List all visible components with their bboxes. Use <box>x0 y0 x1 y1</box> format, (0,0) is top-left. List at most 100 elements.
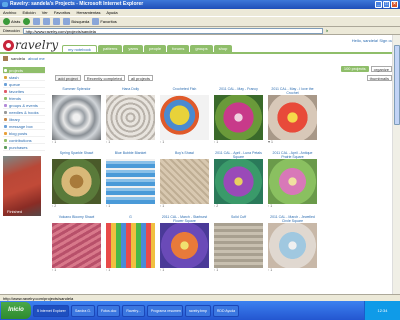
sidebar-item-friends[interactable]: friends <box>3 95 45 102</box>
organize-button[interactable]: organize <box>370 66 392 72</box>
project-title[interactable]: 2011 CAL - April - Antique Prairie Squar… <box>268 151 317 159</box>
taskbar-item[interactable]: RDD Ayuda <box>212 304 240 317</box>
project-card[interactable]: Hana Doily ▫ 1 <box>106 87 155 145</box>
projects-select[interactable]: all projects <box>127 75 154 81</box>
project-card[interactable]: Spring Sparkle Shawl ▫ 2 <box>52 151 101 209</box>
vertical-scrollbar[interactable] <box>392 35 400 294</box>
taskbar-item[interactable]: Ravelry... <box>122 304 145 317</box>
sidebar-item-groups[interactable]: groups & events <box>3 102 45 109</box>
project-card[interactable]: Blue Bubble Blanket ▫ 1 <box>106 151 155 209</box>
minimize-button[interactable]: _ <box>375 1 382 8</box>
featured-project-photo[interactable]: Finished <box>3 156 41 216</box>
start-button[interactable]: Inicio <box>1 302 31 319</box>
project-thumbnail[interactable] <box>268 159 317 204</box>
sidebar-item-needles[interactable]: needles & hooks <box>3 109 45 116</box>
taskbar-item[interactable]: Sandra G. <box>71 304 95 317</box>
project-thumbnail[interactable] <box>52 223 101 268</box>
project-title[interactable]: Spring Sparkle Shawl <box>52 151 101 159</box>
project-card[interactable]: Solid Cuff ▫ 1 <box>214 215 263 273</box>
menu-view[interactable]: Ver <box>42 10 48 15</box>
project-card[interactable]: Summer Splendor ▫ 1 <box>52 87 101 145</box>
menu-file[interactable]: Archivo <box>3 10 16 15</box>
project-title[interactable]: 2011 CAL - May - Francy <box>214 87 263 95</box>
project-title[interactable]: Volcano Bloomy Shawl <box>52 215 101 223</box>
project-thumbnail[interactable] <box>214 159 263 204</box>
project-card[interactable]: 2011 CAL - April - Luna Petals Square ▫ 2 <box>214 151 263 209</box>
project-thumbnail[interactable] <box>106 223 155 268</box>
project-title[interactable]: 2011 CAL - March - Starburst Flower Squa… <box>160 215 209 223</box>
taskbar-item[interactable]: 5 Internet Explorer <box>33 304 69 317</box>
address-input[interactable]: http://www.ravelry.com/projects/sandela <box>22 28 323 34</box>
project-card[interactable]: 2011 CAL - May - Francy ▫ 1 <box>214 87 263 145</box>
menu-tools[interactable]: Herramientas <box>76 10 100 15</box>
project-title[interactable]: Crocheted Fish <box>160 87 209 95</box>
stop-button[interactable] <box>33 18 41 25</box>
project-thumbnail[interactable] <box>106 95 155 140</box>
friends-icon <box>4 97 7 100</box>
add-project-button[interactable]: add project <box>55 75 81 81</box>
project-title[interactable]: 2011 CAL - March - Jewelled Circle Squar… <box>268 215 317 223</box>
status-select[interactable]: Recently completed <box>83 75 125 81</box>
avatar[interactable] <box>3 56 8 61</box>
project-card[interactable]: Boy's Shawl ▫ 1 <box>160 151 209 209</box>
sidebar-item-favorites[interactable]: favorites <box>3 88 45 95</box>
menu-help[interactable]: Ayuda <box>106 10 117 15</box>
project-thumbnail[interactable] <box>214 95 263 140</box>
project-count-badge[interactable]: 100 projects <box>340 66 369 72</box>
taskbar-item[interactable]: Fotos.doc <box>96 304 121 317</box>
sidebar-item-purchases[interactable]: purchases <box>3 144 45 151</box>
sidebar-item-queue[interactable]: queue <box>3 81 45 88</box>
back-button[interactable]: Atrás <box>3 18 20 25</box>
project-meta: ▫ 1 <box>268 268 273 272</box>
view-select[interactable]: thumbnails <box>366 75 392 81</box>
sidebar-item-projects[interactable]: projects <box>3 67 45 74</box>
taskbar-item[interactable]: ravelry.bmp <box>184 304 211 317</box>
about-me-link[interactable]: about me <box>28 56 45 61</box>
project-card[interactable]: 2011 CAL - March - Jewelled Circle Squar… <box>268 215 317 273</box>
sidebar-item-blog[interactable]: blog posts <box>3 130 45 137</box>
ravelry-logo[interactable]: ravelry <box>3 38 58 52</box>
sidebar-item-contributions[interactable]: contributions <box>3 137 45 144</box>
taskbar-item[interactable]: Programa resumen <box>146 304 183 317</box>
scrollbar-thumb[interactable] <box>394 45 400 125</box>
project-card[interactable]: Volcano Bloomy Shawl ▫ 1 <box>52 215 101 273</box>
project-thumbnail[interactable] <box>268 95 317 140</box>
project-thumbnail[interactable] <box>268 223 317 268</box>
project-title[interactable]: Boy's Shawl <box>160 151 209 159</box>
project-thumbnail[interactable] <box>52 95 101 140</box>
forward-button[interactable] <box>23 18 31 25</box>
project-thumbnail[interactable] <box>52 159 101 204</box>
window-titlebar: Ravelry: sandela's Projects - Microsoft … <box>0 0 400 9</box>
username[interactable]: sandela <box>11 56 25 61</box>
project-title[interactable]: 2011 CAL - April - Luna Petals Square <box>214 151 263 159</box>
project-title[interactable]: 2011 CAL - May - I love the Crochet <box>268 87 317 95</box>
sidebar-item-messages[interactable]: message box <box>3 123 45 130</box>
project-thumbnail[interactable] <box>160 95 209 140</box>
project-title[interactable]: G <box>106 215 155 223</box>
project-title[interactable]: Hana Doily <box>106 87 155 95</box>
project-thumbnail[interactable] <box>160 223 209 268</box>
menu-edit[interactable]: Edición <box>22 10 35 15</box>
project-thumbnail[interactable] <box>214 223 263 268</box>
signin-link[interactable]: Hello, sandela! Sign out <box>352 38 394 43</box>
project-title[interactable]: Solid Cuff <box>214 215 263 223</box>
project-title[interactable]: Summer Splendor <box>52 87 101 95</box>
project-thumbnail[interactable] <box>106 159 155 204</box>
go-button[interactable]: Ir <box>326 27 328 34</box>
project-card[interactable]: 2011 CAL - April - Antique Prairie Squar… <box>268 151 317 209</box>
menu-favorites[interactable]: Favoritos <box>54 10 70 15</box>
favorites-button[interactable]: Favoritos <box>92 18 117 25</box>
refresh-button[interactable] <box>43 18 51 25</box>
sidebar-item-library[interactable]: library <box>3 116 45 123</box>
project-card[interactable]: 2011 CAL - May - I love the Crochet ♥ 1 <box>268 87 317 145</box>
home-button[interactable] <box>53 18 61 25</box>
search-button[interactable]: Búsqueda <box>63 18 89 25</box>
project-card[interactable]: Crocheted Fish ▫ 1 <box>160 87 209 145</box>
project-title[interactable]: Blue Bubble Blanket <box>106 151 155 159</box>
maximize-button[interactable]: □ <box>383 1 390 8</box>
project-card[interactable]: 2011 CAL - March - Starburst Flower Squa… <box>160 215 209 273</box>
project-card[interactable]: G ▫ 1 <box>106 215 155 273</box>
project-thumbnail[interactable] <box>160 159 209 204</box>
sidebar-item-stash[interactable]: stash <box>3 74 45 81</box>
close-button[interactable]: × <box>391 1 398 8</box>
